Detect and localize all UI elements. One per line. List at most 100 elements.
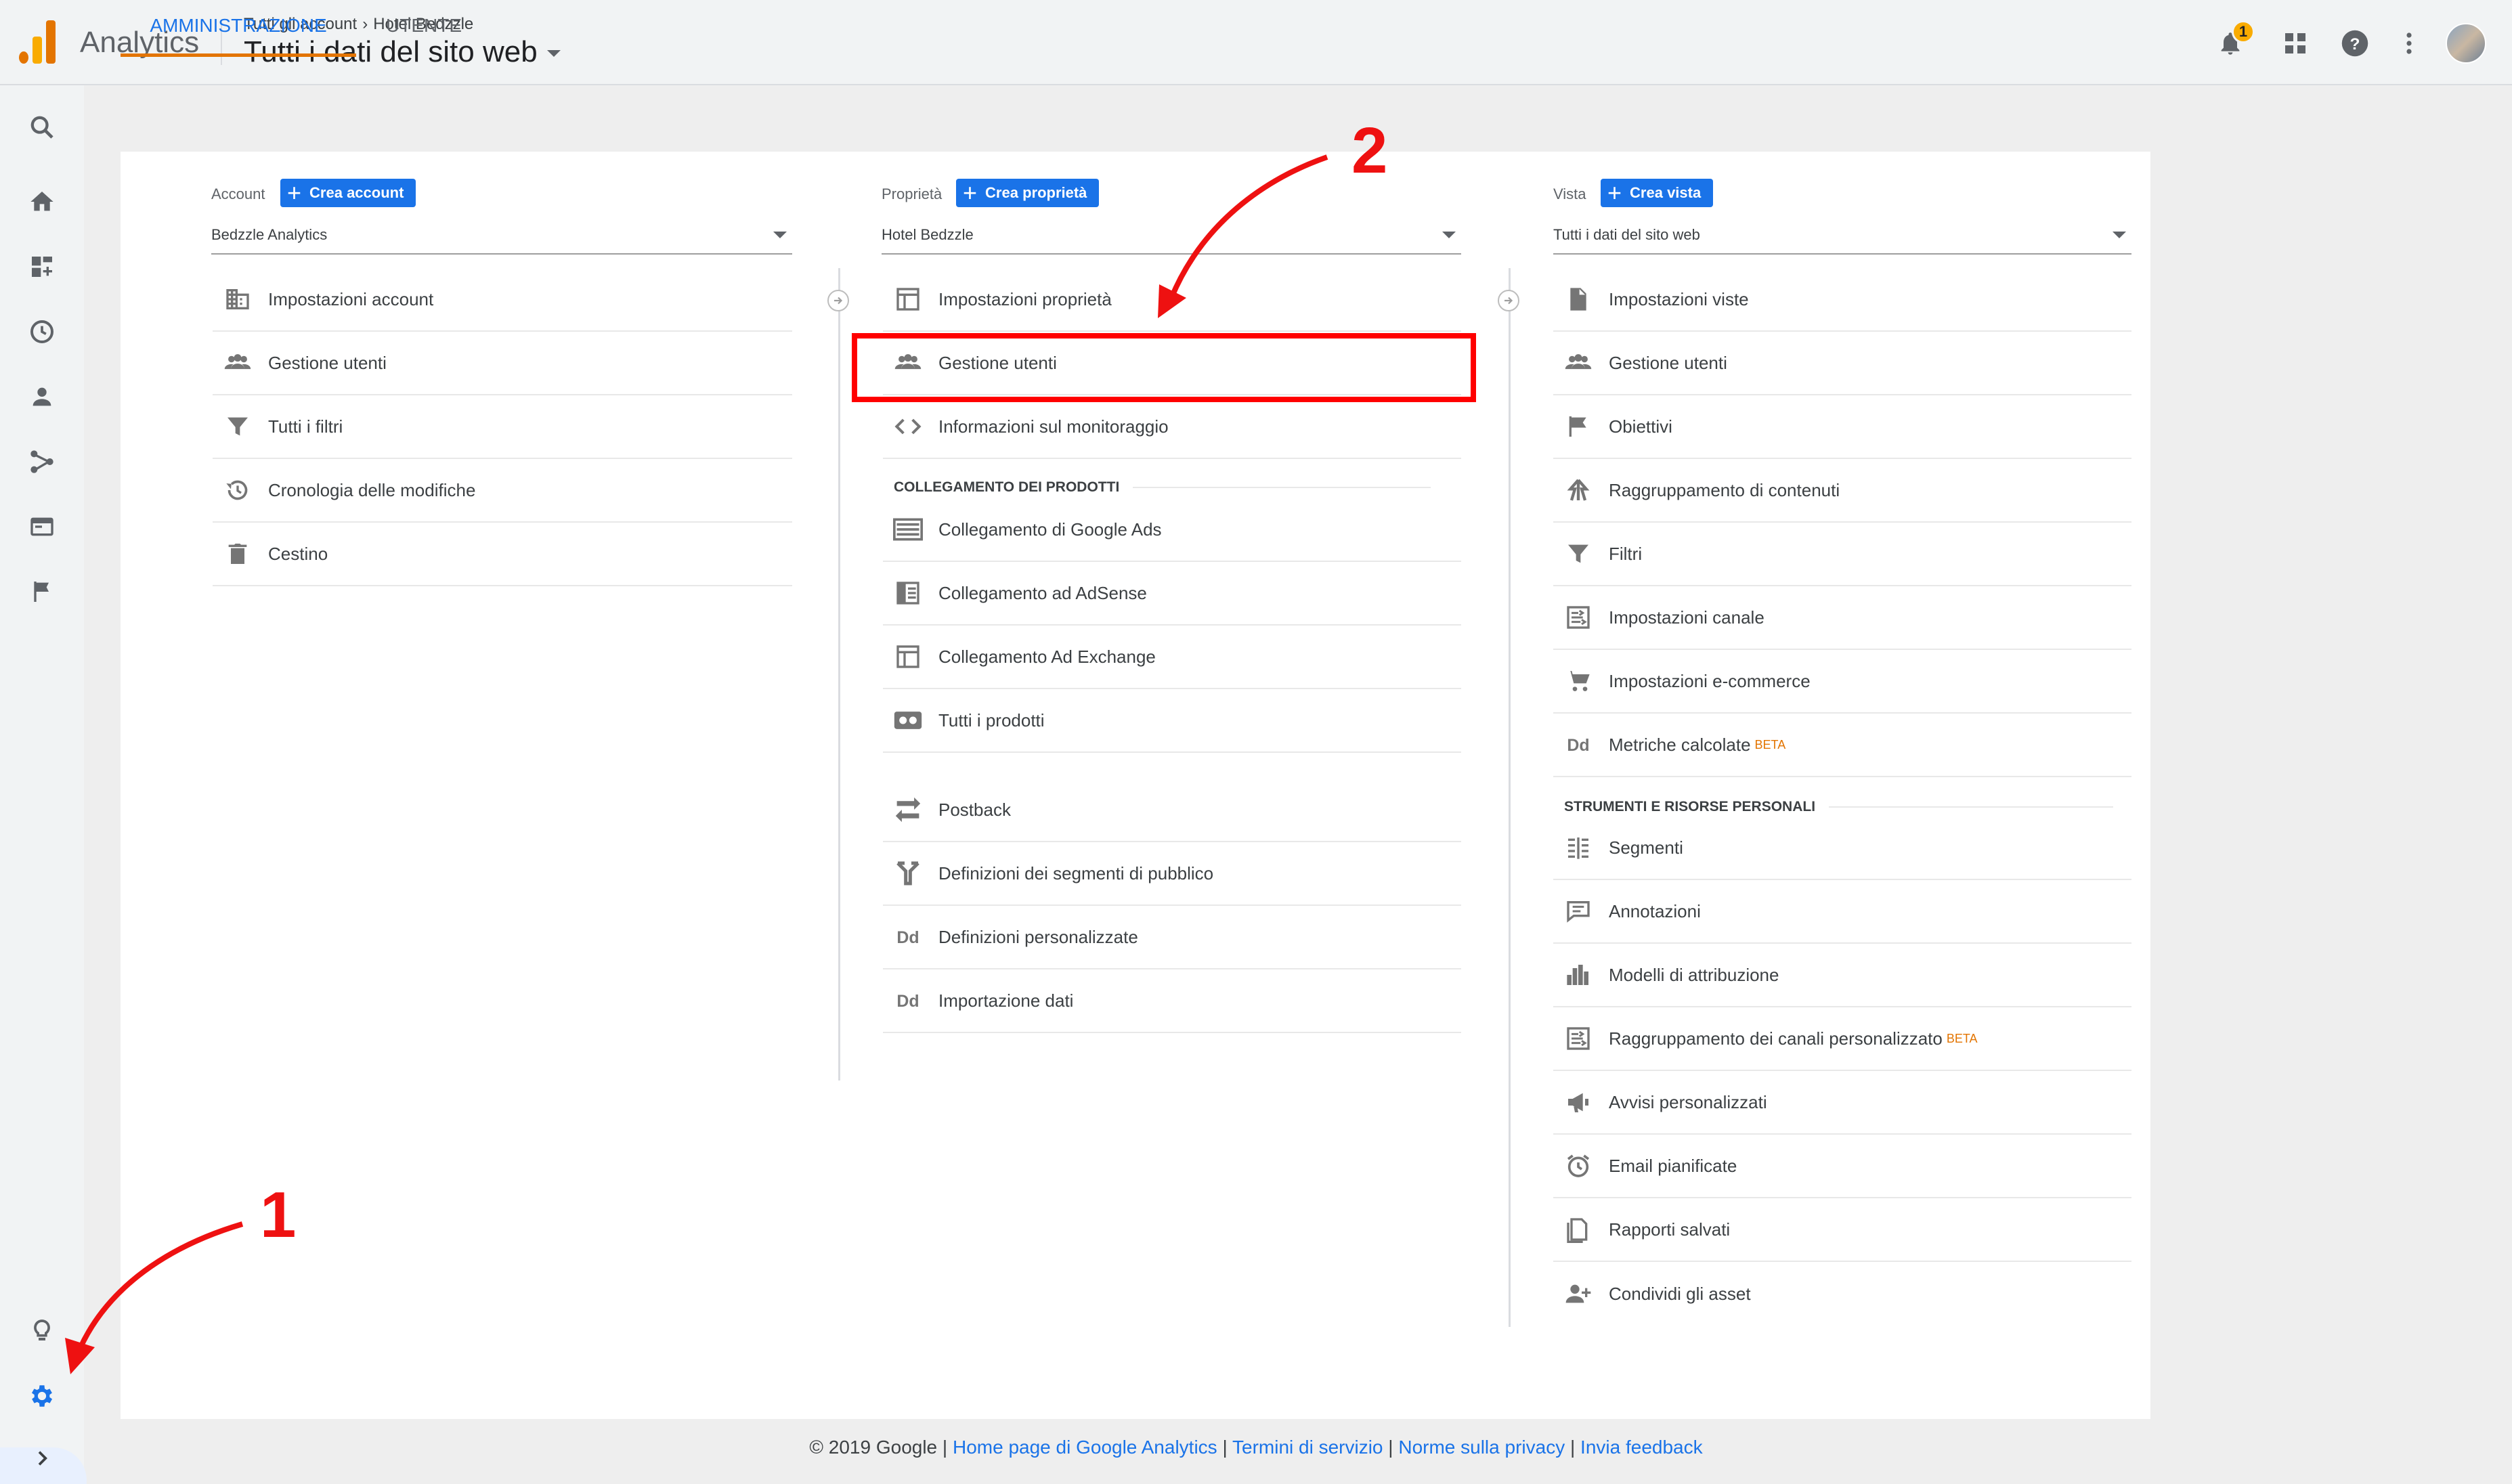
chevron-right-icon: › — [362, 15, 368, 33]
dropdown-arrow-icon — [773, 232, 787, 238]
adsense-link-item[interactable]: Collegamento ad AdSense — [883, 562, 1461, 626]
account-selector[interactable]: Bedzzle Analytics — [211, 221, 792, 255]
admin-gear-icon[interactable] — [26, 1380, 58, 1412]
footer-link-terms[interactable]: Termini di servizio — [1232, 1437, 1383, 1458]
item-label: Rapporti salvati — [1609, 1219, 1731, 1240]
item-label: Gestione utenti — [268, 352, 387, 373]
arrow-right-circle-icon — [827, 290, 849, 311]
search-icon[interactable] — [26, 111, 58, 144]
segments-item[interactable]: Segmenti — [1553, 816, 2131, 880]
alarm-icon — [1563, 1150, 1594, 1181]
view-selector[interactable]: Tutti i dati del sito web — [1553, 221, 2131, 255]
custom-alerts-item[interactable]: Avvisi personalizzati — [1553, 1071, 2131, 1135]
lightbulb-icon[interactable] — [26, 1315, 58, 1347]
dd-icon: Dd — [1563, 729, 1594, 760]
apps-grid-icon[interactable] — [2279, 27, 2312, 60]
item-label: Email pianificate — [1609, 1155, 1737, 1176]
conversions-flag-icon[interactable] — [26, 575, 58, 608]
create-account-button[interactable]: + Crea account — [280, 179, 416, 207]
footer-link-privacy[interactable]: Norme sulla privacy — [1398, 1437, 1565, 1458]
channel-icon — [1563, 602, 1594, 633]
item-label: Postback — [938, 799, 1011, 820]
notification-badge: 1 — [2232, 20, 2255, 43]
product-linking-section-title: COLLEGAMENTO DEI PRODOTTI — [894, 479, 1431, 496]
arrow-right-circle-icon — [1498, 290, 1519, 311]
content-grouping-item[interactable]: Raggruppamento di contenuti — [1553, 459, 2131, 523]
google-ads-link-item[interactable]: Collegamento di Google Ads — [883, 498, 1461, 562]
saved-reports-item[interactable]: Rapporti salvati — [1553, 1198, 2131, 1262]
goals-item[interactable]: Obiettivi — [1553, 395, 2131, 459]
custom-definitions-item[interactable]: Dd Definizioni personalizzate — [883, 906, 1461, 969]
annotations-item[interactable]: Annotazioni — [1553, 880, 2131, 944]
adsense-icon — [892, 577, 924, 609]
channel-settings-item[interactable]: Impostazioni canale — [1553, 586, 2131, 650]
account-selected-value: Bedzzle Analytics — [211, 226, 328, 243]
create-view-button[interactable]: + Crea vista — [1601, 179, 1714, 207]
account-user-management-item[interactable]: Gestione utenti — [213, 332, 792, 395]
section-rule — [1829, 806, 2114, 808]
account-change-history-item[interactable]: Cronologia delle modifiche — [213, 459, 792, 523]
behavior-browser-icon[interactable] — [26, 510, 58, 543]
column-divider — [838, 268, 840, 1081]
item-label: Raggruppamento di contenuti — [1609, 479, 1840, 500]
footer-link-home[interactable]: Home page di Google Analytics — [953, 1437, 1217, 1458]
acquisition-icon[interactable] — [26, 445, 58, 478]
data-import-item[interactable]: Dd Importazione dati — [883, 969, 1461, 1033]
postback-item[interactable]: Postback — [883, 779, 1461, 842]
item-label: Filtri — [1609, 543, 1643, 564]
building-icon — [222, 284, 253, 315]
footer-link-feedback[interactable]: Invia feedback — [1580, 1437, 1703, 1458]
home-icon[interactable] — [26, 186, 58, 218]
property-settings-item[interactable]: Impostazioni proprietà — [883, 268, 1461, 332]
realtime-clock-icon[interactable] — [26, 315, 58, 348]
account-trash-item[interactable]: Cestino — [213, 523, 792, 586]
cart-icon — [1563, 665, 1594, 697]
calculated-metrics-item[interactable]: Dd Metriche calcolate BETA — [1553, 714, 2131, 777]
item-label: Avvisi personalizzati — [1609, 1091, 1767, 1112]
dropdown-arrow-icon — [2113, 232, 2126, 238]
person-add-icon — [1563, 1278, 1594, 1309]
attribution-models-item[interactable]: Modelli di attribuzione — [1553, 944, 2131, 1007]
more-vert-icon[interactable] — [2393, 27, 2425, 60]
item-label: Modelli di attribuzione — [1609, 964, 1779, 985]
account-all-filters-item[interactable]: Tutti i filtri — [213, 395, 792, 459]
trash-icon — [222, 538, 253, 569]
item-label: Collegamento di Google Ads — [938, 519, 1162, 540]
tab-amministrazione[interactable]: AMMINISTRAZIONE — [121, 0, 356, 57]
view-settings-item[interactable]: Impostazioni viste — [1553, 268, 2131, 332]
item-label: Annotazioni — [1609, 900, 1701, 921]
view-column-header: Vista — [1553, 186, 1586, 202]
code-icon — [892, 411, 924, 442]
view-filters-item[interactable]: Filtri — [1553, 523, 2131, 586]
item-label: Definizioni dei segmenti di pubblico — [938, 863, 1214, 883]
audience-definitions-item[interactable]: Definizioni dei segmenti di pubblico — [883, 842, 1461, 906]
ad-exchange-link-item[interactable]: Collegamento Ad Exchange — [883, 626, 1461, 689]
analytics-logo-icon[interactable] — [19, 20, 57, 64]
item-label: Tutti i prodotti — [938, 710, 1045, 730]
column-divider — [1509, 268, 1511, 1327]
all-products-item[interactable]: Tutti i prodotti — [883, 689, 1461, 753]
item-label: Segmenti — [1609, 837, 1683, 858]
custom-channel-grouping-item[interactable]: Raggruppamento dei canali personalizzato… — [1553, 1007, 2131, 1071]
share-assets-item[interactable]: Condividi gli asset — [1553, 1262, 2131, 1326]
customization-dashboard-icon[interactable] — [26, 250, 58, 283]
property-selector[interactable]: Hotel Bedzzle — [882, 221, 1461, 255]
view-user-management-item[interactable]: Gestione utenti — [1553, 332, 2131, 395]
item-label: Cestino — [268, 543, 328, 564]
audience-person-icon[interactable] — [26, 380, 58, 413]
tracking-info-item[interactable]: Informazioni sul monitoraggio — [883, 395, 1461, 459]
highlight-user-management-box — [852, 333, 1476, 402]
ecommerce-settings-item[interactable]: Impostazioni e-commerce — [1553, 650, 2131, 714]
scheduled-emails-item[interactable]: Email pianificate — [1553, 1135, 2131, 1198]
help-icon[interactable]: ? — [2339, 27, 2371, 60]
plus-icon: + — [963, 179, 978, 206]
property-selected-value: Hotel Bedzzle — [882, 226, 974, 243]
personal-tools-section-title: STRUMENTI E RISORSE PERSONALI — [1564, 799, 2114, 815]
item-label: Collegamento ad AdSense — [938, 582, 1147, 603]
item-label: Metriche calcolate — [1609, 734, 1751, 755]
bar-chart-icon — [1563, 959, 1594, 990]
tab-utente[interactable]: UTENTE — [370, 0, 478, 57]
account-settings-item[interactable]: Impostazioni account — [213, 268, 792, 332]
create-property-button[interactable]: + Crea proprietà — [956, 179, 1100, 207]
avatar[interactable] — [2446, 23, 2486, 64]
